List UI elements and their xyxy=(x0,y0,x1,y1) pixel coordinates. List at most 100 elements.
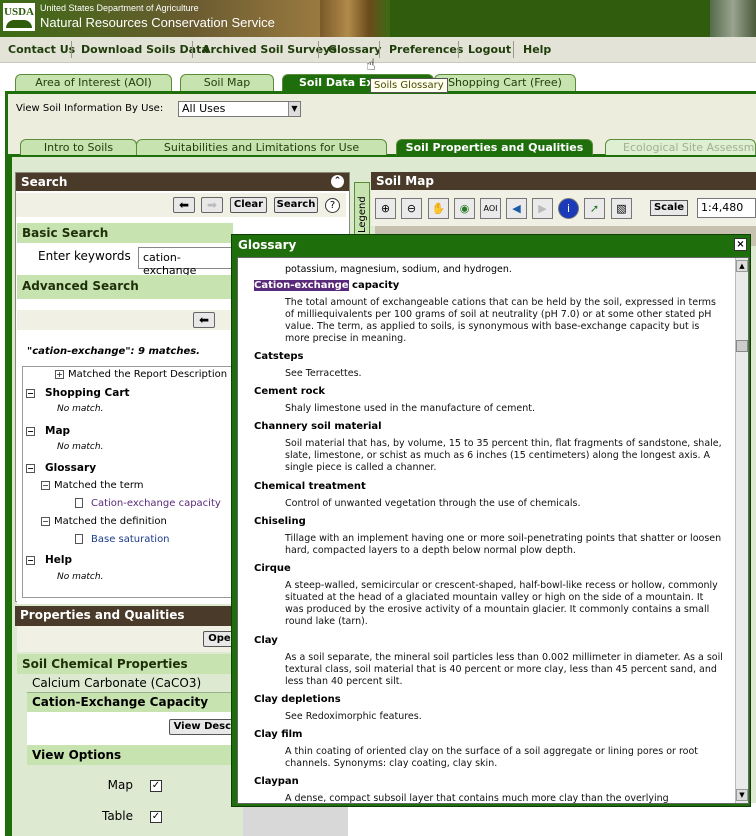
expand-icon[interactable]: + xyxy=(55,369,64,379)
tab-shopping-cart[interactable]: Shopping Cart (Free) xyxy=(434,74,576,91)
tab-intro-to-soils[interactable]: Intro to Soils xyxy=(20,139,137,155)
scale-button[interactable]: Scale xyxy=(650,200,688,216)
nav-archived-soil-surveys[interactable]: Archived Soil Surveys xyxy=(202,43,337,56)
print-icon[interactable]: ▧ xyxy=(611,198,632,219)
back-arrow-icon[interactable]: ⬅ xyxy=(173,197,195,213)
glossary-entry: Claypan A dense, compact subsoil layer t… xyxy=(254,776,724,803)
tree-glossary[interactable]: − Glossary xyxy=(26,462,96,474)
close-icon[interactable]: × xyxy=(734,238,747,251)
tree-report-description[interactable]: + Matched the Report Description xyxy=(55,369,227,380)
tree-help[interactable]: − Help xyxy=(26,554,72,566)
calcium-carbonate-item[interactable]: Calcium Carbonate (CaCO3) xyxy=(27,674,240,693)
map-lower-area xyxy=(348,803,756,836)
measure-icon[interactable]: ➚ xyxy=(584,198,605,219)
map-panel-edge xyxy=(243,803,348,836)
glossary-term: Cement rock xyxy=(254,386,326,397)
glossary-definition: As a soil separate, the mineral soil par… xyxy=(285,652,723,687)
map-checkbox[interactable]: ✓ xyxy=(150,780,162,792)
glossary-entry: Cirque A steep-walled, semicircular or c… xyxy=(254,563,724,628)
previous-extent-icon[interactable]: ◀ xyxy=(506,198,527,219)
full-extent-icon[interactable]: ◉ xyxy=(454,198,475,219)
glossary-definition: Soil material that has, by volume, 15 to… xyxy=(285,438,722,473)
nav-download-soils-data[interactable]: Download Soils Data xyxy=(81,43,209,56)
zoom-in-icon[interactable]: ⊕ xyxy=(375,198,396,219)
advanced-search-header[interactable]: Advanced Search xyxy=(17,275,233,299)
tree-term-item[interactable]: Cation-exchange capacity xyxy=(75,498,221,509)
help-icon[interactable]: ? xyxy=(325,198,340,213)
collapse-icon[interactable]: − xyxy=(41,480,50,490)
zoom-out-icon[interactable]: ⊖ xyxy=(401,198,422,219)
cation-exchange-capacity-link[interactable]: Cation-exchange capacity xyxy=(91,498,221,509)
glossary-definition: Control of unwanted vegetation through t… xyxy=(285,498,581,509)
tree-matched-definition[interactable]: − Matched the definition xyxy=(41,516,167,527)
glossary-term: capacity xyxy=(348,280,400,291)
nav-contact-us[interactable]: Contact Us xyxy=(8,43,75,56)
collapse-icon[interactable]: ⌃ xyxy=(331,175,344,188)
usda-banner-image: USDA United States Department of Agricul… xyxy=(0,0,320,37)
tree-shopping-cart[interactable]: − Shopping Cart xyxy=(26,387,130,399)
nav-preferences[interactable]: Preferences xyxy=(389,43,463,56)
pan-hand-icon[interactable]: ✋ xyxy=(428,198,449,219)
collapse-icon[interactable]: − xyxy=(41,516,50,526)
tab-ecological-site-assessment[interactable]: Ecological Site Assessm xyxy=(605,139,756,155)
basic-search-header[interactable]: Basic Search xyxy=(17,223,233,243)
glossary-title: Glossary xyxy=(238,238,297,252)
soil-chemical-properties[interactable]: Soil Chemical Properties xyxy=(17,654,240,674)
search-button[interactable]: Search xyxy=(274,197,318,213)
scroll-up-icon[interactable]: ▲ xyxy=(736,260,748,272)
glossary-tooltip: Soils Glossary xyxy=(370,78,448,93)
scroll-down-icon[interactable]: ▼ xyxy=(736,789,748,801)
legend-tab[interactable]: Legend xyxy=(354,182,370,242)
keywords-input[interactable]: cation-exchange xyxy=(138,247,233,277)
tab-area-of-interest[interactable]: Area of Interest (AOI) xyxy=(15,74,172,91)
glossary-entry: Channery soil material Soil material tha… xyxy=(254,421,724,474)
collapse-icon[interactable]: − xyxy=(26,463,35,473)
glossary-term: Channery soil material xyxy=(254,421,382,432)
table-checkbox[interactable]: ✓ xyxy=(150,811,162,823)
usda-logo[interactable]: USDA xyxy=(3,3,35,31)
top-nav: Contact Us Download Soils Data Archived … xyxy=(0,37,756,63)
tree-matched-term[interactable]: − Matched the term xyxy=(41,480,144,491)
view-options-header[interactable]: View Options xyxy=(27,745,240,765)
search-panel-header: Search ⌃ xyxy=(16,173,349,191)
map-option-label: Map xyxy=(107,778,133,792)
collapse-icon[interactable]: − xyxy=(26,388,35,398)
clear-button[interactable]: Clear xyxy=(230,197,267,213)
document-icon xyxy=(75,498,83,508)
glossary-entry: Cation-exchange capacity The total amoun… xyxy=(254,280,724,345)
match-count: "cation-exchange": 9 matches. xyxy=(27,346,200,357)
next-extent-icon[interactable]: ▶ xyxy=(532,198,553,219)
nav-help[interactable]: Help xyxy=(523,43,551,56)
tree-map[interactable]: − Map xyxy=(26,425,70,437)
scale-input[interactable]: 1:4,480 xyxy=(697,198,756,218)
zoom-to-aoi-icon[interactable]: AOI xyxy=(480,198,501,219)
view-by-use-select[interactable]: All Uses ▼ xyxy=(178,101,301,117)
results-back-arrow-icon[interactable]: ⬅ xyxy=(193,312,215,328)
tab-suitabilities-limitations[interactable]: Suitabilities and Limitations for Use xyxy=(136,139,387,155)
properties-header: Properties and Qualities Ratings xyxy=(15,606,240,640)
tab-soil-map[interactable]: Soil Map xyxy=(180,74,274,91)
base-saturation-link[interactable]: Base saturation xyxy=(91,534,170,545)
cec-item[interactable]: Cation-Exchange Capacity (CEC xyxy=(27,693,240,728)
scroll-thumb[interactable] xyxy=(736,340,748,352)
glossary-scrollbar[interactable]: ▲ ▼ xyxy=(735,258,748,803)
nav-logout[interactable]: Logout xyxy=(468,43,511,56)
view-by-use-label: View Soil Information By Use: xyxy=(16,103,164,114)
table-option-label: Table xyxy=(101,809,133,823)
identify-info-icon[interactable]: i xyxy=(558,198,579,219)
tree-definition-item[interactable]: Base saturation xyxy=(75,534,170,545)
forward-arrow-icon[interactable]: ➡ xyxy=(201,197,223,213)
glossary-entry: Chiseling Tillage with an implement havi… xyxy=(254,516,724,557)
glossary-definition: See Terracettes. xyxy=(285,368,362,379)
glossary-term: Claypan xyxy=(254,776,299,787)
chevron-down-icon[interactable]: ▼ xyxy=(288,102,300,116)
search-results: ⬅ "cation-exchange": 9 matches. + Matched… xyxy=(17,304,236,604)
glossary-definition: Tillage with an implement having one or … xyxy=(285,533,722,556)
cec-details: View Descri xyxy=(27,712,244,745)
tab-soil-properties-qualities[interactable]: Soil Properties and Qualities xyxy=(396,139,593,155)
collapse-icon[interactable]: − xyxy=(26,426,35,436)
glossary-entry: Chemical treatment Control of unwanted v… xyxy=(254,481,724,510)
department-name: United States Department of Agriculture xyxy=(40,3,199,13)
collapse-icon[interactable]: − xyxy=(26,555,35,565)
glossary-entry: Clay As a soil separate, the mineral soi… xyxy=(254,635,724,688)
